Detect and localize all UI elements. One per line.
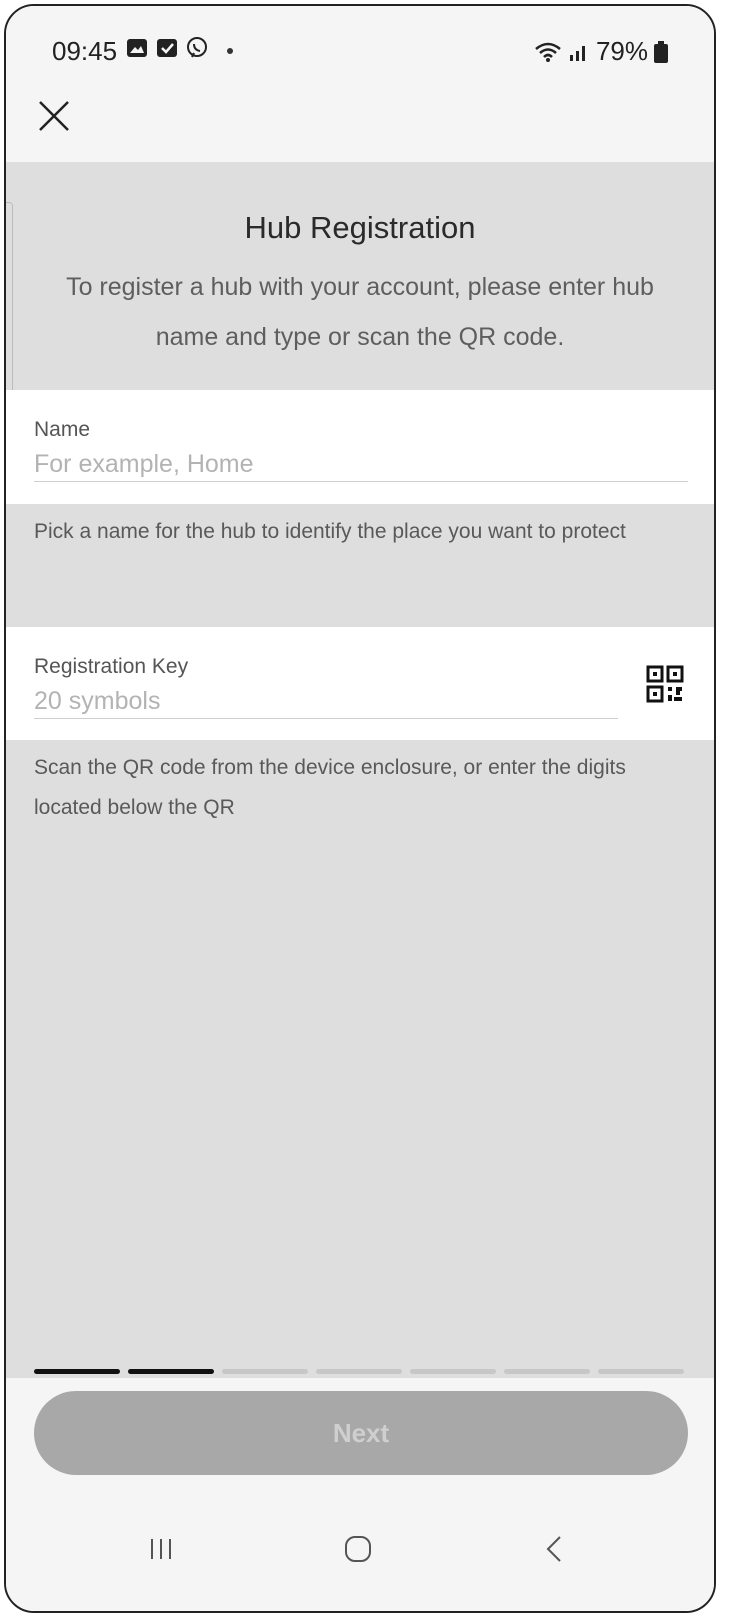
status-time: 09:45 [52, 36, 118, 66]
progress-step [128, 1369, 214, 1374]
recent-apps-icon [151, 1539, 171, 1559]
recent-apps-button[interactable] [131, 1524, 191, 1574]
toolbar [6, 86, 714, 164]
name-hint: Pick a name for the hub to identify the … [34, 520, 626, 543]
progress-step [316, 1369, 402, 1374]
home-button[interactable] [328, 1524, 388, 1574]
checkbox-icon [157, 39, 177, 57]
next-button[interactable]: Next [34, 1391, 688, 1475]
battery-percent: 79% [595, 36, 648, 66]
registration-key-input[interactable] [34, 685, 614, 717]
close-icon[interactable] [34, 96, 74, 136]
name-hint-band: Pick a name for the hub to identify the … [6, 504, 714, 627]
page-title: Hub Registration [244, 210, 476, 245]
back-icon [546, 1536, 561, 1562]
wifi-icon [535, 42, 561, 62]
system-nav-bar [6, 1506, 714, 1606]
name-underline [34, 481, 688, 482]
name-field-block: Name [6, 390, 714, 504]
key-hint-band: Scan the QR code from the device enclosu… [6, 740, 714, 1378]
progress-step [222, 1369, 308, 1374]
progress-step [504, 1369, 590, 1374]
key-label: Registration Key [34, 655, 189, 678]
back-button[interactable] [525, 1524, 585, 1574]
phone-screen: 09:45 79% Hub Registration To register a… [4, 4, 716, 1613]
key-field-block: Registration Key [6, 627, 714, 740]
progress-step [410, 1369, 496, 1374]
battery-icon [654, 40, 668, 63]
edge-panel-handle[interactable] [6, 202, 13, 420]
name-input[interactable] [34, 448, 684, 480]
key-underline [34, 718, 618, 719]
progress-step [598, 1369, 684, 1374]
progress-step [34, 1369, 120, 1374]
notification-dot [227, 48, 233, 54]
registration-header: Hub Registration To register a hub with … [6, 162, 714, 390]
signal-icon [569, 45, 585, 61]
status-bar: 09:45 79% [6, 6, 714, 96]
home-icon [345, 1536, 371, 1562]
key-hint: Scan the QR code from the device enclosu… [34, 756, 626, 819]
qr-code-icon[interactable] [646, 665, 686, 705]
notification-icons [126, 37, 208, 59]
name-label: Name [34, 418, 91, 441]
status-right: 79% [534, 36, 668, 67]
page-subtitle: To register a hub with your account, ple… [66, 273, 654, 351]
step-progress [34, 1369, 684, 1374]
gallery-icon [127, 39, 147, 57]
viber-icon [187, 37, 207, 58]
